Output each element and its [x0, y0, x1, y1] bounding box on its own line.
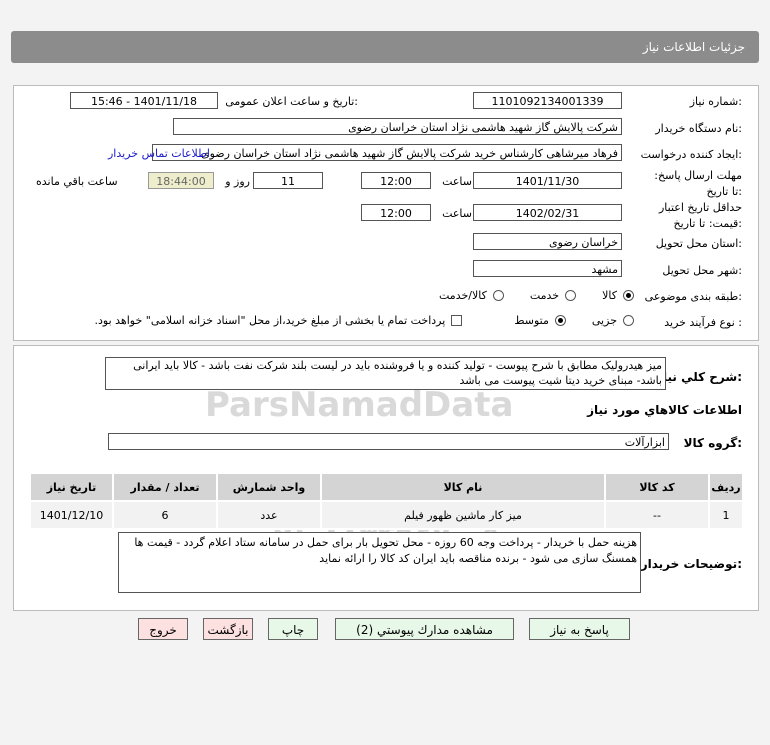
category-option-label: کالا — [602, 289, 617, 302]
days-label: روز و — [225, 175, 250, 188]
category-option-label: کالا/خدمت — [439, 289, 487, 302]
category-radio-goods-service[interactable] — [492, 290, 504, 301]
goods-group-field: ابزارآلات — [108, 433, 669, 450]
remaining-time-field: 18:44:00 — [148, 172, 214, 189]
description-label: شرح کلي نیاز: — [656, 370, 742, 384]
province-field: خراسان رضوی — [473, 233, 622, 250]
deadline-date-field: 1401/11/30 — [473, 172, 622, 189]
back-button[interactable]: بازگشت — [203, 618, 253, 640]
description-field: میز هیدرولیک مطابق با شرح پیوست - تولید … — [105, 357, 666, 390]
city-field: مشهد — [473, 260, 622, 277]
remaining-label: ساعت باقي مانده — [36, 175, 118, 188]
cell-row: 1 — [708, 500, 744, 530]
cell-name: میز کار ماشین ظهور فیلم — [320, 500, 606, 530]
need-number-label: شماره نیاز: — [689, 95, 742, 108]
col-header-code: کد کالا — [604, 472, 710, 502]
page-title: جزئیات اطلاعات نیاز — [642, 40, 745, 54]
category-radio-service[interactable] — [565, 290, 577, 301]
payment-note: پرداخت تمام یا بخشی از مبلغ خرید،از محل … — [94, 314, 446, 327]
cell-unit: عدد — [216, 500, 322, 530]
table-row: 1 -- میز کار ماشین ظهور فیلم عدد 6 1401/… — [29, 500, 744, 530]
deadline-label: مهلت ارسال پاسخ: تا تاریخ: — [654, 169, 742, 198]
need-number-field: 1101092134001339 — [473, 92, 622, 109]
buyer-notes-field: هزینه حمل با خریدار - پرداخت وجه 60 روزه… — [118, 532, 641, 593]
print-button[interactable]: چاپ — [268, 618, 318, 640]
creator-label: ایجاد کننده درخواست: — [640, 148, 742, 161]
exit-button[interactable]: خروج — [138, 618, 188, 640]
buyer-field: شرکت پالایش گاز شهید هاشمی نژاد استان خر… — [173, 118, 622, 135]
view-attachments-button[interactable]: مشاهده مدارك پیوستي (2) — [335, 618, 514, 640]
col-header-name: نام کالا — [320, 472, 606, 502]
validity-time-field: 12:00 — [361, 204, 431, 221]
validity-label: حداقل تاریخ اعتبار قیمت: تا تاریخ: — [658, 201, 742, 230]
buyer-label: نام دستگاه خریدار: — [655, 122, 742, 135]
category-option-label: خدمت — [529, 289, 560, 302]
col-header-unit: واحد شمارش — [216, 472, 322, 502]
cell-code: -- — [604, 500, 710, 530]
deadline-time-field: 12:00 — [361, 172, 431, 189]
time-label: ساعت — [442, 175, 472, 188]
announce-label: تاریخ و ساعت اعلان عمومی: — [225, 95, 358, 108]
category-radio-goods[interactable] — [623, 290, 634, 301]
city-label: شهر محل تحویل: — [662, 264, 742, 277]
process-option-label: جزیی — [591, 314, 617, 327]
table-header-row: ردیف کد کالا نام کالا واحد شمارش تعداد /… — [29, 472, 744, 502]
process-radio-medium[interactable] — [554, 315, 566, 326]
treasury-checkbox[interactable] — [451, 315, 463, 326]
col-header-qty: تعداد / مقدار — [112, 472, 218, 502]
process-radio-minor[interactable] — [623, 315, 634, 326]
province-label: استان محل تحویل: — [655, 237, 742, 250]
creator-field: فرهاد میرشاهی کارشناس خرید شرکت پالایش گ… — [152, 144, 622, 161]
cell-qty: 6 — [112, 500, 218, 530]
goods-section-title: اطلاعات کالاهاي مورد نياز — [587, 403, 742, 417]
category-label: طبقه بندی موضوعی: — [644, 290, 742, 303]
contact-buyer-link[interactable]: اطلاعات تماس خریدار — [108, 147, 210, 160]
page-header: جزئیات اطلاعات نیاز — [11, 31, 759, 63]
buyer-notes-label: توضیحات خریدار: — [640, 557, 742, 571]
announce-field: 1401/11/18 - 15:46 — [70, 92, 218, 109]
process-option-label: متوسط — [514, 314, 549, 327]
validity-time-label: ساعت — [442, 207, 472, 220]
goods-group-label: گروه کالا: — [683, 436, 742, 450]
goods-table: ردیف کد کالا نام کالا واحد شمارش تعداد /… — [29, 472, 744, 530]
col-header-date: تاریخ نیاز — [29, 472, 114, 502]
days-field: 11 — [253, 172, 323, 189]
process-label: نوع فرآیند خرید : — [664, 316, 742, 329]
validity-date-field: 1402/02/31 — [473, 204, 622, 221]
reply-button[interactable]: پاسخ به نیاز — [529, 618, 630, 640]
cell-date: 1401/12/10 — [29, 500, 114, 530]
col-header-row: ردیف — [708, 472, 744, 502]
